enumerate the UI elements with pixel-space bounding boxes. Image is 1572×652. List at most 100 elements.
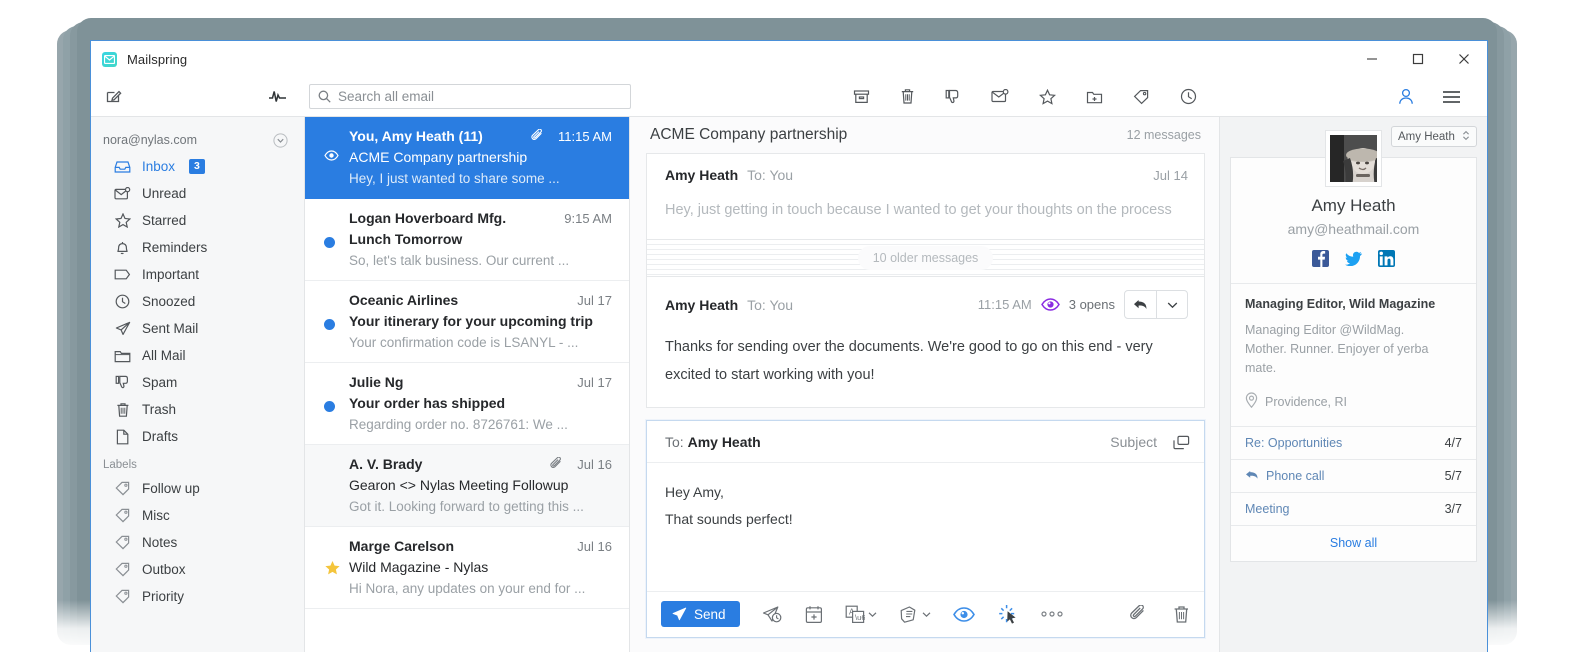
compose-icon[interactable] (105, 88, 122, 105)
sidebar-item-label: Starred (142, 213, 187, 228)
list-item-header: Logan Hoverboard Mfg. 9:15 AM (322, 210, 612, 226)
list-item[interactable]: Logan Hoverboard Mfg. 9:15 AM Lunch Tomo… (305, 199, 629, 281)
contact-role: Managing Editor, Wild Magazine (1245, 297, 1436, 311)
message-collapsed[interactable]: Amy Heath To: You Jul 14 Hey, just getti… (646, 153, 1205, 240)
popout-window-icon[interactable] (1173, 435, 1190, 450)
location-text: Providence, RI (1265, 394, 1347, 409)
sidebar-item-label: Priority (142, 589, 185, 604)
list-item[interactable]: Julie Ng Jul 17 Your order has shipped R… (305, 363, 629, 445)
contact-card: Amy Heath amy@heathmail.com Managing Edi… (1230, 131, 1477, 562)
chevron-down-icon[interactable] (1156, 291, 1187, 318)
social-links (1231, 250, 1476, 267)
to-recipient: Amy Heath (687, 434, 761, 450)
archive-icon[interactable] (853, 89, 870, 105)
related-thread-item[interactable]: Meeting 3/7 (1231, 492, 1476, 525)
facebook-icon[interactable] (1312, 250, 1329, 267)
paperclip-icon[interactable] (1130, 604, 1147, 624)
sidebar-label-follow-up[interactable]: Follow up (91, 475, 304, 502)
calendar-availability-icon[interactable] (805, 605, 823, 624)
sidebar-label-outbox[interactable]: Outbox (91, 556, 304, 583)
related-thread-item[interactable]: Phone call 5/7 (1231, 459, 1476, 492)
envelope-icon (102, 51, 117, 67)
sidebar-item-all-mail[interactable]: All Mail (91, 342, 304, 369)
snooze-icon[interactable] (1180, 88, 1197, 105)
sidebar-label-priority[interactable]: Priority (91, 583, 304, 610)
thread-message-count: 12 messages (1126, 128, 1201, 142)
minimize-button[interactable] (1349, 41, 1395, 77)
sender-name: Marge Carelson (349, 538, 455, 554)
account-row[interactable]: nora@nylas.com (91, 127, 304, 153)
folder-icon (114, 349, 131, 363)
trash-icon[interactable] (1173, 605, 1190, 624)
person-icon[interactable] (1398, 88, 1414, 105)
contact-bio: Managing Editor @WildMag. Mother. Runner… (1245, 321, 1462, 378)
star-icon[interactable] (1038, 88, 1056, 105)
chevron-down-circle-icon[interactable] (273, 132, 288, 148)
list-item[interactable]: Oceanic Airlines Jul 17 Your itinerary f… (305, 281, 629, 363)
sidebar-item-spam[interactable]: Spam (91, 369, 304, 396)
sidebar-item-starred[interactable]: Starred (91, 207, 304, 234)
message-recipients: To: You (747, 167, 794, 183)
sidebar-item-important[interactable]: Important (91, 261, 304, 288)
template-icon[interactable] (899, 605, 931, 624)
related-thread-item[interactable]: Re: Opportunities 4/7 (1231, 426, 1476, 459)
tag-icon[interactable] (1133, 89, 1150, 105)
sidebar-item-label: Sent Mail (142, 321, 199, 336)
translate-icon[interactable]: A\u6587 (845, 605, 877, 623)
spam-icon[interactable] (945, 89, 961, 105)
twitter-icon[interactable] (1345, 250, 1362, 267)
send-button[interactable]: Send (661, 601, 740, 627)
list-item[interactable]: Marge Carelson Jul 16 Wild Magazine - Ny… (305, 527, 629, 609)
main-toolbar: Search all email (91, 77, 1487, 117)
sidebar-item-label: Outbox (142, 562, 186, 577)
thread-count: 4/7 (1444, 436, 1462, 450)
thread-scroll[interactable]: Amy Heath To: You Jul 14 Hey, just getti… (630, 153, 1219, 652)
more-options-button[interactable] (1040, 610, 1064, 618)
sidebar-item-inbox[interactable]: Inbox 3 (91, 153, 304, 180)
paperclip-icon (531, 129, 544, 143)
compose-header: To: Amy Heath Subject (647, 421, 1204, 463)
sidebar-item-drafts[interactable]: Drafts (91, 423, 304, 450)
sidebar-item-sent-mail[interactable]: Sent Mail (91, 315, 304, 342)
star-icon[interactable] (324, 560, 341, 581)
read-receipt-eye-icon[interactable] (1040, 298, 1060, 311)
sidebar-label-misc[interactable]: Misc (91, 502, 304, 529)
mark-unread-icon[interactable] (990, 89, 1009, 104)
close-button[interactable] (1441, 41, 1487, 77)
move-to-folder-icon[interactable] (1086, 89, 1103, 105)
activity-pulse-icon[interactable] (268, 89, 287, 104)
sidebar-item-snoozed[interactable]: Snoozed (91, 288, 304, 315)
linkedin-icon[interactable] (1378, 250, 1395, 267)
thread-count: 5/7 (1444, 469, 1462, 483)
compose-to-field[interactable]: To: Amy Heath (665, 434, 761, 450)
unread-dot-icon (324, 401, 335, 412)
search-input[interactable]: Search all email (309, 84, 631, 109)
sidebar-item-label: Snoozed (142, 294, 196, 309)
list-item[interactable]: A. V. Brady Jul 16 Gearon <> Nylas Meeti… (305, 445, 629, 527)
send-later-icon[interactable] (762, 605, 783, 623)
compose-body[interactable]: Hey Amy, That sounds perfect! (647, 463, 1204, 591)
sidebar-item-trash[interactable]: Trash (91, 396, 304, 423)
sidebar-item-reminders[interactable]: Reminders (91, 234, 304, 261)
sidebar-label-notes[interactable]: Notes (91, 529, 304, 556)
read-receipts-icon[interactable] (952, 606, 975, 622)
older-messages-toggle[interactable]: 10 older messages (646, 240, 1205, 276)
subject-toggle[interactable]: Subject (1110, 434, 1157, 450)
link-tracking-icon[interactable] (997, 604, 1018, 624)
maximize-button[interactable] (1395, 41, 1441, 77)
tag-icon (114, 589, 131, 604)
trash-icon[interactable] (900, 88, 915, 105)
contact-selector[interactable]: Amy Heath (1391, 126, 1477, 147)
list-item[interactable]: You, Amy Heath (11) 11:15 AM ACME Compan… (305, 117, 629, 199)
unread-dot-icon (324, 319, 335, 330)
hamburger-menu-icon[interactable] (1442, 90, 1461, 104)
reply-arrow-icon[interactable] (1125, 291, 1156, 318)
show-all-button[interactable]: Show all (1231, 525, 1476, 561)
sidebar-item-label: All Mail (142, 348, 186, 363)
sidebar-item-unread[interactable]: Unread (91, 180, 304, 207)
message-list[interactable]: You, Amy Heath (11) 11:15 AM ACME Compan… (305, 117, 630, 652)
sidebar-item-label: Notes (142, 535, 178, 550)
sidebar-item-label: Trash (142, 402, 177, 417)
list-item-header: Marge Carelson Jul 16 (322, 538, 612, 554)
thread-title: Phone call (1266, 469, 1325, 483)
